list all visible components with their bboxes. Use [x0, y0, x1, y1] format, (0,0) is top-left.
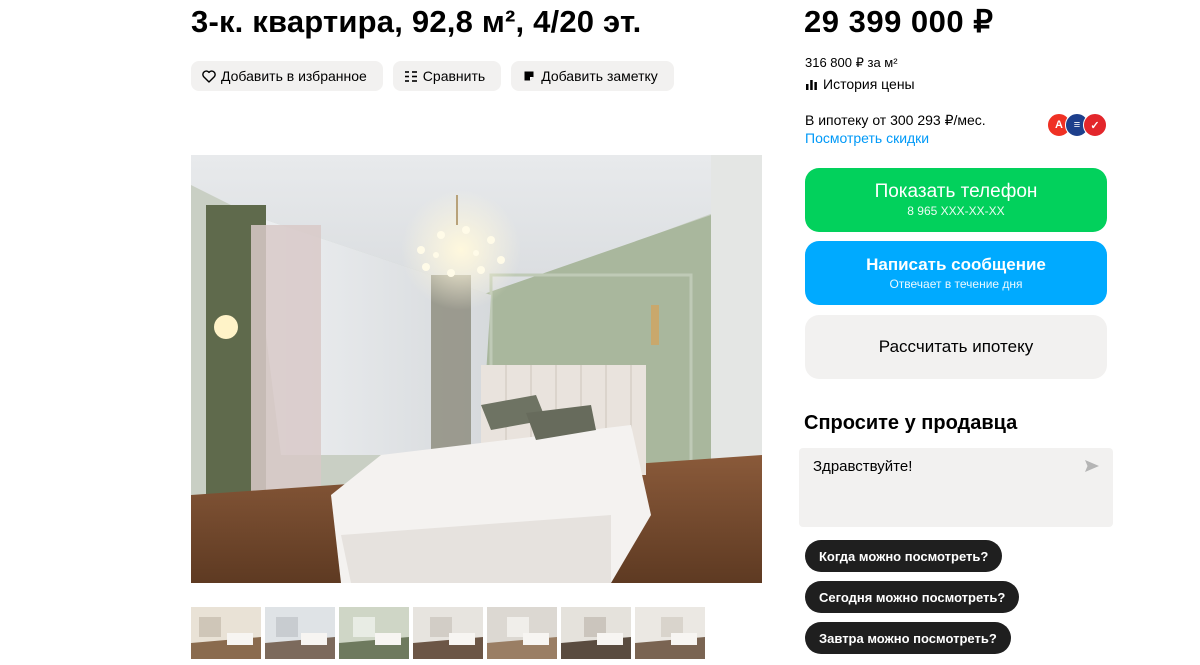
photo-thumbnail[interactable] — [265, 607, 335, 659]
main-photo[interactable] — [191, 155, 762, 583]
add-to-favorites-label: Добавить в избранное — [221, 68, 367, 84]
quick-question-chip[interactable]: Когда можно посмотреть? — [805, 540, 1003, 572]
price-history-link[interactable]: История цены — [805, 76, 915, 92]
seller-message-input[interactable]: Здравствуйте! — [799, 448, 1113, 527]
compare-button[interactable]: Сравнить — [392, 61, 502, 91]
reply-time: Отвечает в течение дня — [889, 277, 1023, 291]
write-message-button[interactable]: Написать сообщение Отвечает в течение дн… — [805, 241, 1107, 305]
send-icon[interactable] — [1084, 459, 1100, 478]
show-phone-button[interactable]: Показать телефон 8 965 XXX-XX-XX — [805, 168, 1107, 232]
photo-thumbnail[interactable] — [635, 607, 705, 659]
note-icon — [521, 68, 537, 84]
ask-seller-title: Спросите у продавца — [804, 412, 1018, 434]
compare-label: Сравнить — [422, 68, 486, 84]
write-message-label: Написать сообщение — [866, 255, 1046, 274]
masked-phone: 8 965 XXX-XX-XX — [907, 204, 1005, 218]
add-note-label: Добавить заметку — [541, 68, 658, 84]
calculate-mortgage-button[interactable]: Рассчитать ипотеку — [805, 315, 1107, 379]
quick-question-chip[interactable]: Сегодня можно посмотреть? — [805, 581, 1020, 613]
bank-logos: A ≡ ✓ — [1047, 113, 1107, 137]
add-to-favorites-button[interactable]: Добавить в избранное — [191, 61, 383, 91]
listing-title: 3-к. квартира, 92,8 м², 4/20 эт. — [191, 4, 642, 39]
show-phone-label: Показать телефон — [874, 181, 1038, 202]
price-per-m2: 316 800 ₽ за м² — [805, 55, 898, 70]
photo-thumbnail[interactable] — [487, 607, 557, 659]
photo-thumbnail[interactable] — [191, 607, 261, 659]
compare-icon — [403, 68, 419, 84]
bedroom-photo — [191, 155, 762, 583]
photo-thumbnail[interactable] — [561, 607, 631, 659]
heart-icon — [201, 68, 217, 84]
mortgage-text: В ипотеку от 300 293 ₽/мес. — [805, 112, 986, 128]
price: 29 399 000 ₽ — [804, 4, 994, 39]
photo-thumbnails — [191, 607, 705, 659]
calculate-mortgage-label: Рассчитать ипотеку — [878, 337, 1034, 356]
quick-question-chip[interactable]: Завтра можно посмотреть? — [805, 622, 1011, 654]
discounts-link[interactable]: Посмотреть скидки — [805, 130, 929, 146]
price-history-label: История цены — [823, 76, 915, 92]
photo-thumbnail[interactable] — [413, 607, 483, 659]
bar-chart-icon — [805, 78, 818, 91]
add-note-button[interactable]: Добавить заметку — [511, 61, 674, 91]
sovcombank-icon: ✓ — [1083, 113, 1107, 137]
photo-thumbnail[interactable] — [339, 607, 409, 659]
listing-actions: Добавить в избранное Сравнить Добавить з… — [191, 61, 674, 91]
